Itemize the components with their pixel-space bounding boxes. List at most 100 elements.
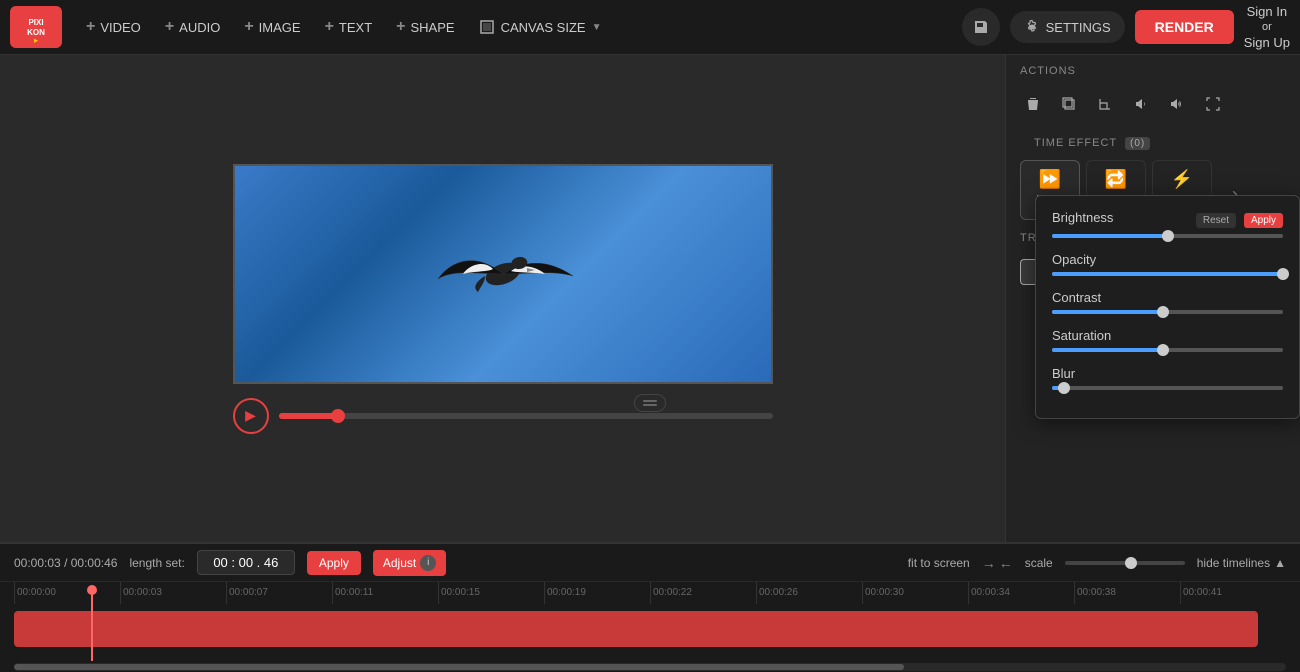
svg-text:PIXI: PIXI	[28, 18, 43, 27]
timeline-hscroll[interactable]	[14, 663, 1286, 671]
volume-down-icon	[1133, 96, 1149, 112]
volume-down-button[interactable]	[1124, 87, 1158, 121]
opacity-slider[interactable]	[1052, 272, 1283, 276]
timeline-controls: 00:00:03 / 00:00:46 length set: Apply Ad…	[0, 544, 1300, 582]
fit-right-arrow-icon: ←	[999, 555, 1013, 571]
ruler-mark-6: 00:00:22	[650, 582, 756, 604]
timeline-track-area[interactable]	[0, 611, 1300, 661]
save-button[interactable]	[962, 8, 1000, 46]
time-effect-label: TIME EFFECT (0)	[1020, 131, 1286, 154]
timeline-marker	[91, 589, 93, 661]
info-icon: i	[420, 555, 436, 571]
blur-label: Blur	[1052, 366, 1283, 381]
scale-slider[interactable]	[1065, 561, 1185, 565]
timeline-area: 00:00:03 / 00:00:46 length set: Apply Ad…	[0, 542, 1300, 672]
linear-icon: ⏩	[1039, 169, 1061, 190]
time-effect-badge: (0)	[1125, 137, 1150, 150]
hscroll-thumb	[14, 664, 904, 670]
plus-icon: +	[86, 18, 95, 36]
time-input-group	[197, 550, 295, 575]
settings-label: SETTINGS	[1046, 20, 1111, 35]
progress-bar[interactable]	[279, 413, 773, 419]
fit-left-arrow-icon: →	[982, 555, 996, 571]
image-label: IMAGE	[259, 20, 301, 35]
opacity-row: Opacity	[1052, 252, 1283, 276]
drag-dots	[643, 400, 657, 406]
play-button[interactable]: ▶	[233, 398, 269, 434]
drag-dot-2	[643, 404, 657, 406]
ruler-mark-3: 00:00:11	[332, 582, 438, 604]
ruler-mark-11: 00:00:41	[1180, 582, 1286, 604]
drag-dot-1	[643, 400, 657, 402]
ruler-mark-7: 00:00:26	[756, 582, 862, 604]
saturation-row: Saturation	[1052, 328, 1283, 352]
sign-in-link[interactable]: Sign In	[1247, 4, 1287, 19]
effects-popup: Brightness Reset Apply Opacity Contrast	[1035, 195, 1300, 419]
brightness-controls: Brightness Reset Apply	[1052, 210, 1283, 230]
canvas-size-button[interactable]: CANVAS SIZE ▼	[469, 13, 612, 41]
plus-icon: +	[165, 18, 174, 36]
fullscreen-icon	[1205, 96, 1221, 112]
brightness-slider[interactable]	[1052, 234, 1283, 238]
delete-action-button[interactable]	[1016, 87, 1050, 121]
progress-fill	[279, 413, 338, 419]
canvas-size-icon	[479, 19, 495, 35]
text-button[interactable]: + TEXT	[315, 12, 383, 42]
contrast-slider[interactable]	[1052, 310, 1283, 314]
blur-slider[interactable]	[1052, 386, 1283, 390]
ruler-mark-5: 00:00:19	[544, 582, 650, 604]
plus-icon: +	[396, 18, 405, 36]
fullscreen-button[interactable]	[1196, 87, 1230, 121]
opacity-fill	[1052, 272, 1283, 276]
render-button[interactable]: RENDER	[1135, 10, 1234, 44]
video-button[interactable]: + VIDEO	[76, 12, 151, 42]
saturation-slider[interactable]	[1052, 348, 1283, 352]
length-set-label: length set:	[129, 556, 184, 570]
nav-right: SETTINGS RENDER Sign In or Sign Up	[962, 4, 1290, 50]
saturation-label: Saturation	[1052, 328, 1283, 343]
audio-button[interactable]: + AUDIO	[155, 12, 231, 42]
video-label: VIDEO	[100, 20, 140, 35]
shape-label: SHAPE	[411, 20, 455, 35]
plus-icon: +	[325, 18, 334, 36]
sign-up-link[interactable]: Sign Up	[1244, 35, 1290, 50]
audio-label: AUDIO	[179, 20, 220, 35]
image-button[interactable]: + IMAGE	[234, 12, 310, 42]
video-frame	[233, 164, 773, 384]
timeline-apply-button[interactable]: Apply	[307, 551, 361, 575]
ruler-mark-0: 00:00:00	[14, 582, 120, 604]
duplicate-action-button[interactable]	[1052, 87, 1086, 121]
timeline-track[interactable]	[14, 611, 1258, 647]
current-time-display: 00:00:03 / 00:00:46	[14, 556, 117, 570]
blur-thumb	[1058, 382, 1070, 394]
brightness-apply-button[interactable]: Apply	[1244, 213, 1283, 228]
time-effect-section: TIME EFFECT (0)	[1006, 131, 1300, 154]
blur-row: Blur	[1052, 366, 1283, 390]
ruler-mark-9: 00:00:34	[968, 582, 1074, 604]
play-controls: ▶	[233, 398, 773, 434]
brightness-fill	[1052, 234, 1168, 238]
shape-button[interactable]: + SHAPE	[386, 12, 464, 42]
text-label: TEXT	[339, 20, 372, 35]
main-area: ▶ ACTIONS	[0, 55, 1300, 542]
adjust-button[interactable]: Adjust i	[373, 550, 446, 576]
hide-timelines-button[interactable]: hide timelines ▲	[1197, 556, 1286, 570]
fit-arrows: → ←	[982, 555, 1013, 571]
settings-button[interactable]: SETTINGS	[1010, 11, 1125, 43]
plus-icon: +	[244, 18, 253, 36]
brightness-thumb	[1162, 230, 1174, 242]
crop-action-button[interactable]	[1088, 87, 1122, 121]
time-input[interactable]	[206, 555, 286, 570]
duplicate-icon	[1061, 96, 1077, 112]
chevron-down-icon: ▼	[592, 22, 602, 33]
opacity-thumb	[1277, 268, 1289, 280]
contrast-label: Contrast	[1052, 290, 1283, 305]
volume-up-icon	[1169, 96, 1185, 112]
or-label: or	[1262, 21, 1272, 33]
drag-handle[interactable]	[634, 394, 666, 412]
volume-up-button[interactable]	[1160, 87, 1194, 121]
marker-head	[87, 585, 97, 595]
saturation-fill	[1052, 348, 1163, 352]
scale-label: scale	[1025, 556, 1053, 570]
brightness-reset-button[interactable]: Reset	[1196, 213, 1236, 228]
